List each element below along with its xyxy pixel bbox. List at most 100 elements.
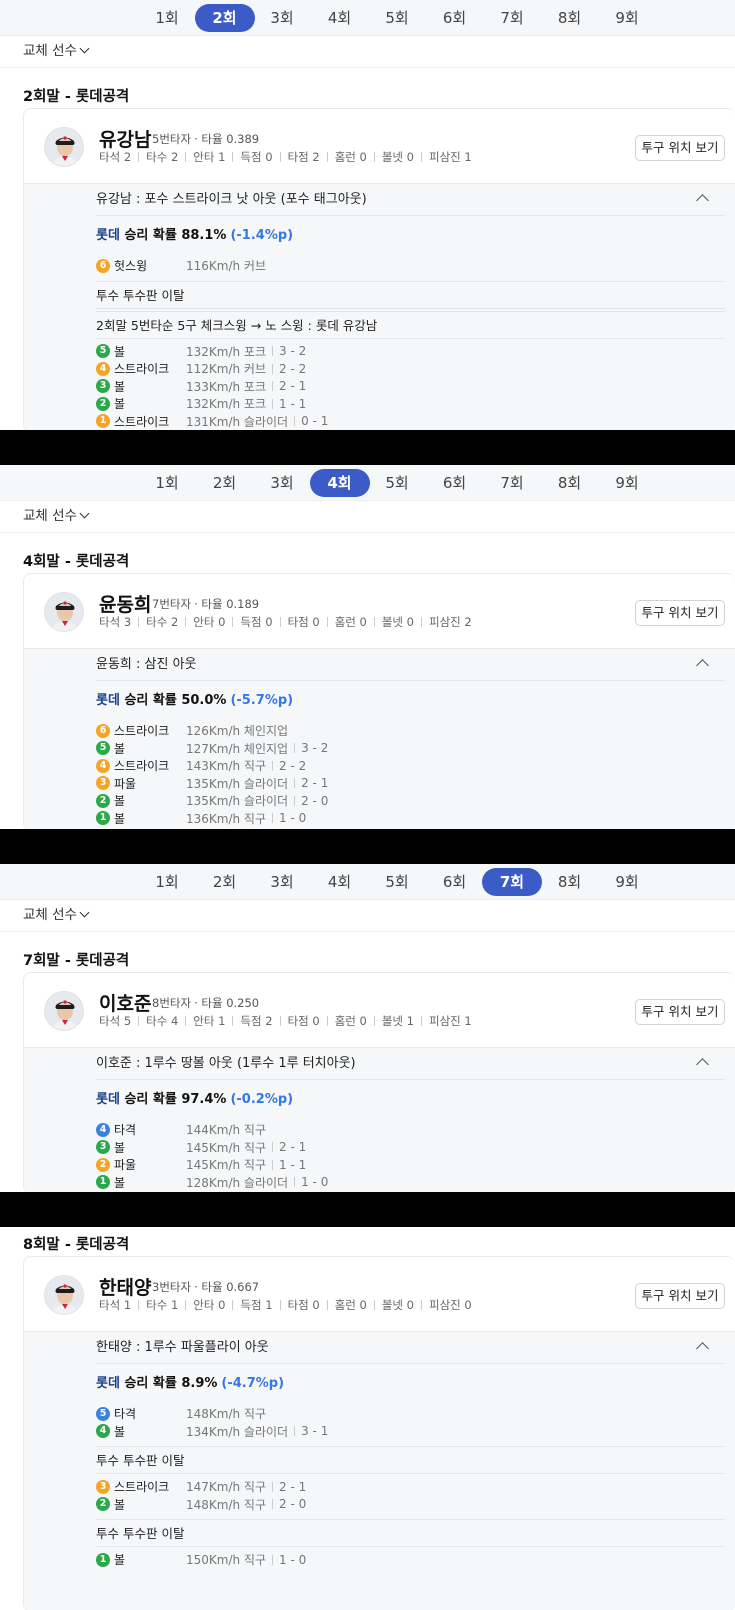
tab-inning-4[interactable]: 4회: [310, 4, 370, 32]
at-bat-result[interactable]: 윤동희 : 삼진 아웃: [96, 649, 725, 681]
win-probability-value: 8.9%: [181, 1376, 218, 1391]
tab-inning-7[interactable]: 7회: [482, 469, 542, 497]
tab-inning-9[interactable]: 9회: [597, 868, 657, 896]
divider: [420, 1016, 422, 1026]
view-pitch-location-button[interactable]: 투구 위치 보기: [635, 600, 725, 626]
stat-rbi: 타점 0: [287, 1014, 320, 1028]
stat-rbi: 타점 0: [287, 1298, 320, 1312]
divider: [272, 1499, 274, 1509]
divider: [272, 346, 274, 356]
pitch-result: 볼: [114, 1497, 126, 1512]
stat-official-at-bats: 타수 2: [146, 615, 179, 629]
stat-official-at-bats: 타수 4: [146, 1014, 179, 1028]
tab-inning-7[interactable]: 7회: [482, 4, 542, 32]
chevron-up-icon[interactable]: [696, 659, 709, 672]
pitch-number-badge: 3: [96, 776, 110, 790]
divider: [294, 416, 296, 426]
tab-inning-8[interactable]: 8회: [540, 868, 600, 896]
pitch-speed-type: 143Km/h 직구: [186, 759, 267, 773]
pitch-speed-type: 145Km/h 직구: [186, 1140, 267, 1155]
player-order-avg: 8번타자 · 타율 0.250: [152, 995, 259, 1011]
batting-order: 7번타자: [152, 597, 192, 611]
batting-order: 5번타자: [152, 132, 192, 146]
substitute-toggle[interactable]: 교체 선수: [0, 501, 735, 533]
substitute-toggle[interactable]: 교체 선수: [0, 36, 735, 68]
pitch-speed-type: 128Km/h 슬라이더: [186, 1175, 289, 1190]
tab-inning-8[interactable]: 8회: [540, 469, 600, 497]
inning-title: 7회말 - 롯데공격: [23, 953, 130, 969]
pitch-list: 1 볼 150Km/h 직구 1 - 0: [96, 1547, 725, 1573]
chevron-up-icon[interactable]: [696, 1058, 709, 1071]
stat-runs: 득점 0: [240, 615, 273, 629]
player-order-avg: 7번타자 · 타율 0.189: [152, 596, 259, 612]
stat-strikeouts: 피삼진 1: [428, 1014, 472, 1028]
divider: [272, 1142, 274, 1152]
tab-inning-2[interactable]: 2회: [194, 4, 255, 32]
tab-inning-6[interactable]: 6회: [425, 4, 485, 32]
chevron-down-icon: [79, 508, 90, 519]
win-probability-value: 97.4%: [181, 1092, 227, 1107]
win-probability-delta: (-1.4%p): [230, 228, 294, 243]
batter-card: 한태양 3번타자 · 타율 0.667 타석 1 타수 1 안타 0 득점 1 타점 0 홈런 …: [23, 1256, 735, 1610]
pitch-row: 4 타격 144Km/h 직구: [96, 1121, 725, 1139]
pitch-number-badge: 2: [96, 1157, 110, 1172]
ball-strike-count: 3 - 1: [288, 1424, 328, 1438]
pitch-speed-type: 147Km/h 직구: [186, 1480, 267, 1494]
divider: [294, 795, 296, 806]
at-bat-result[interactable]: 한태양 : 1루수 파울플라이 아웃: [96, 1332, 725, 1364]
tab-inning-3[interactable]: 3회: [252, 4, 312, 32]
divider: [232, 1300, 234, 1310]
tab-inning-9[interactable]: 9회: [597, 4, 657, 32]
divider: [326, 1300, 328, 1310]
tab-inning-3[interactable]: 3회: [252, 469, 312, 497]
divider: [138, 1300, 140, 1310]
stat-runs: 득점 1: [240, 1298, 273, 1312]
tab-inning-1[interactable]: 1회: [137, 868, 197, 896]
pitch-result: 스트라이크: [114, 1480, 170, 1494]
pitch-row: 2 볼 135Km/h 슬라이더 2 - 0: [96, 792, 725, 810]
stat-home-runs: 홈런 0: [334, 150, 367, 164]
substitute-toggle[interactable]: 교체 선수: [0, 900, 735, 932]
view-pitch-location-button[interactable]: 투구 위치 보기: [635, 999, 725, 1025]
pitch-number-badge: 5: [96, 1406, 110, 1421]
player-name: 유강남: [99, 129, 152, 151]
team-name: 롯데: [96, 1376, 120, 1391]
pitch-number-badge: 2: [96, 793, 110, 808]
tab-inning-6[interactable]: 6회: [425, 469, 485, 497]
win-probability: 롯데 승리 확률 88.1% (-1.4%p): [96, 216, 725, 253]
pitch-row: 3 볼 145Km/h 직구 2 - 1: [96, 1139, 725, 1157]
view-pitch-location-button[interactable]: 투구 위치 보기: [635, 1283, 725, 1309]
tab-inning-5[interactable]: 5회: [367, 868, 427, 896]
pitch-row: 1 볼 150Km/h 직구 1 - 0: [96, 1551, 725, 1569]
divider: [185, 1016, 187, 1026]
tab-inning-2[interactable]: 2회: [195, 469, 255, 497]
divider: [373, 1016, 375, 1026]
at-bat-result[interactable]: 유강남 : 포수 스트라이크 낫 아웃 (포수 태그아웃): [96, 184, 725, 216]
batting-average: · 타율 0.667: [194, 1280, 260, 1294]
tab-inning-2[interactable]: 2회: [195, 868, 255, 896]
at-bat-result[interactable]: 이호준 : 1루수 땅볼 아웃 (1루수 1루 터치아웃): [96, 1048, 725, 1080]
chevron-up-icon[interactable]: [696, 1342, 709, 1355]
tab-inning-8[interactable]: 8회: [540, 4, 600, 32]
pitch-speed-type: 132Km/h 포크: [186, 344, 267, 359]
win-probability-value: 88.1%: [181, 228, 227, 243]
tab-inning-1[interactable]: 1회: [137, 4, 197, 32]
tab-inning-9[interactable]: 9회: [597, 469, 657, 497]
tab-inning-4[interactable]: 4회: [309, 469, 370, 497]
tab-inning-3[interactable]: 3회: [252, 868, 312, 896]
ball-strike-count: 2 - 1: [266, 379, 306, 393]
tab-inning-4[interactable]: 4회: [310, 868, 370, 896]
tab-inning-5[interactable]: 5회: [367, 4, 427, 32]
chevron-down-icon: [79, 43, 90, 54]
divider: [272, 398, 274, 409]
pitch-number-badge: 3: [96, 379, 110, 393]
tab-inning-5[interactable]: 5회: [367, 469, 427, 497]
tab-inning-6[interactable]: 6회: [425, 868, 485, 896]
win-probability: 롯데 승리 확률 50.0% (-5.7%p): [96, 681, 725, 718]
tab-inning-1[interactable]: 1회: [137, 469, 197, 497]
count-value: 2 - 1: [301, 776, 329, 790]
view-pitch-location-button[interactable]: 투구 위치 보기: [635, 135, 725, 161]
pitch-number-badge: 3: [96, 1140, 110, 1154]
chevron-up-icon[interactable]: [696, 194, 709, 207]
tab-inning-7[interactable]: 7회: [482, 868, 542, 896]
